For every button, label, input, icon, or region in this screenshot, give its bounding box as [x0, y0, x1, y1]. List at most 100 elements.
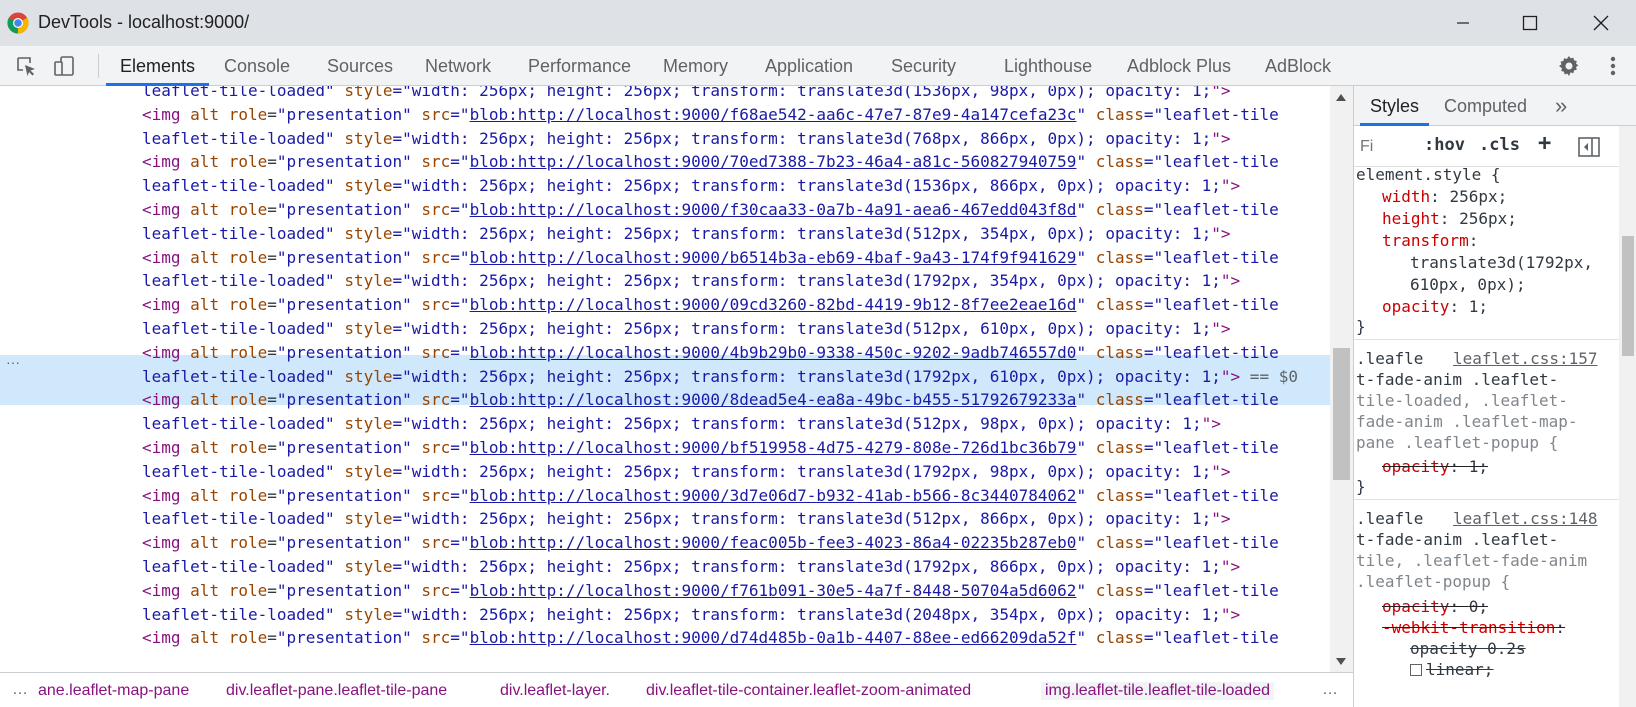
class-toggle[interactable]: .cls	[1479, 135, 1520, 155]
attribute-name[interactable]: style	[344, 224, 392, 243]
tab-console[interactable]: Console	[224, 46, 290, 86]
attribute-value[interactable]: leaflet-tile	[1163, 533, 1279, 552]
src-link[interactable]: blob:http://localhost:9000/f761b091-30e5…	[470, 581, 1077, 600]
attribute-name[interactable]: role	[229, 105, 268, 124]
attribute-value[interactable]: width: 256px; height: 256px; transform: …	[412, 129, 1212, 148]
style-property[interactable]: height: 256px;	[1382, 208, 1517, 230]
dom-node-line[interactable]: <img alt role="presentation" src="blob:h…	[142, 149, 1279, 174]
attribute-value[interactable]: width: 256px; height: 256px; transform: …	[412, 319, 1212, 338]
attribute-value[interactable]: leaflet-tile	[1163, 343, 1279, 362]
attribute-name[interactable]: role	[229, 438, 268, 457]
dom-node-continuation[interactable]: leaflet-tile-loaded" style="width: 256px…	[142, 268, 1240, 293]
attribute-value[interactable]: leaflet-tile	[1163, 438, 1279, 457]
dom-node-line[interactable]: <img alt role="presentation" src="blob:h…	[142, 435, 1279, 460]
attribute-value[interactable]: leaflet-tile	[1163, 390, 1279, 409]
dom-node-line[interactable]: <img alt role="presentation" src="blob:h…	[142, 625, 1279, 650]
attribute-name[interactable]: alt	[190, 486, 219, 505]
attribute-value[interactable]: leaflet-tile-loaded	[142, 176, 325, 195]
attribute-value[interactable]: leaflet-tile	[1163, 581, 1279, 600]
breadcrumb-overflow-right[interactable]: …	[1322, 681, 1338, 699]
attribute-name[interactable]: class	[1096, 628, 1144, 647]
attribute-name[interactable]: style	[344, 86, 392, 100]
src-link[interactable]: blob:http://localhost:9000/f30caa33-0a7b…	[470, 200, 1077, 219]
maximize-button[interactable]	[1497, 0, 1563, 46]
attribute-name[interactable]: class	[1096, 581, 1144, 600]
attribute-value[interactable]: leaflet-tile	[1163, 248, 1279, 267]
property-name[interactable]: height	[1382, 209, 1440, 228]
property-name[interactable]: opacity	[1382, 297, 1449, 316]
attribute-name[interactable]: src	[421, 152, 450, 171]
attribute-name[interactable]: alt	[190, 390, 219, 409]
attribute-value[interactable]: "presentation"	[277, 438, 412, 457]
dom-node-line[interactable]: <img alt role="presentation" src="blob:h…	[142, 578, 1279, 603]
element-style-rule[interactable]: element.style { width: 256px; height: 25…	[1354, 168, 1619, 340]
attribute-value[interactable]: leaflet-tile-loaded	[142, 319, 325, 338]
dom-node-line[interactable]: <img alt role="presentation" src="blob:h…	[142, 340, 1279, 365]
attribute-name[interactable]: class	[1096, 152, 1144, 171]
property-name[interactable]: opacity	[1382, 597, 1449, 616]
scroll-down-arrow-icon[interactable]	[1336, 658, 1346, 665]
attribute-name[interactable]: role	[229, 581, 268, 600]
new-style-rule-button[interactable]: +	[1538, 131, 1551, 156]
attribute-name[interactable]: alt	[190, 438, 219, 457]
property-value[interactable]: opacity 0.2s	[1410, 638, 1526, 660]
attribute-name[interactable]: style	[344, 462, 392, 481]
src-link[interactable]: blob:http://localhost:9000/d74d485b-0a1b…	[470, 628, 1077, 647]
property-name[interactable]: transform	[1382, 231, 1469, 250]
attribute-value[interactable]: leaflet-tile-loaded	[142, 509, 325, 528]
close-button[interactable]	[1568, 0, 1634, 46]
property-value[interactable]: 1;	[1469, 457, 1488, 476]
property-name[interactable]: opacity	[1382, 457, 1449, 476]
dom-node-line[interactable]: <img alt role="presentation" src="blob:h…	[142, 245, 1279, 270]
source-link[interactable]: leaflet.css:148	[1453, 508, 1598, 530]
elements-scrollbar[interactable]	[1330, 86, 1353, 672]
attribute-name[interactable]: style	[344, 367, 392, 386]
dom-node-continuation[interactable]: leaflet-tile-loaded" style="width: 256px…	[142, 126, 1231, 151]
property-value[interactable]: 610px, 0px);	[1410, 274, 1526, 296]
attribute-name[interactable]: role	[229, 390, 268, 409]
attribute-value[interactable]: width: 256px; height: 256px; transform: …	[412, 224, 1212, 243]
attribute-value[interactable]: width: 256px; height: 256px; transform: …	[412, 462, 1212, 481]
overridden-property[interactable]: opacity: 0;	[1382, 596, 1488, 618]
attribute-name[interactable]: style	[344, 509, 392, 528]
tab-memory[interactable]: Memory	[663, 46, 728, 86]
attribute-name[interactable]: style	[344, 129, 392, 148]
attribute-name[interactable]: src	[421, 105, 450, 124]
property-value[interactable]: 1;	[1469, 297, 1488, 316]
breadcrumb-item[interactable]: div.leaflet-tile-container.leaflet-zoom-…	[646, 682, 971, 700]
styles-filter-input[interactable]	[1360, 135, 1408, 159]
attribute-name[interactable]: class	[1096, 295, 1144, 314]
tab-styles[interactable]: Styles	[1360, 86, 1430, 126]
node-more-ellipsis[interactable]: ···	[6, 354, 20, 370]
css-rule[interactable]: .leafle leaflet.css:148 t-fade-anim .lea…	[1354, 502, 1619, 707]
attribute-value[interactable]: "presentation"	[277, 581, 412, 600]
attribute-name[interactable]: alt	[190, 533, 219, 552]
property-value[interactable]: linear;	[1426, 660, 1493, 679]
scroll-up-arrow-icon[interactable]	[1336, 94, 1346, 101]
attribute-value[interactable]: "presentation"	[277, 295, 412, 314]
overridden-property[interactable]: -webkit-transition:	[1382, 617, 1565, 639]
attribute-name[interactable]: class	[1096, 486, 1144, 505]
attribute-value[interactable]: leaflet-tile-loaded	[142, 224, 325, 243]
attribute-name[interactable]: style	[344, 414, 392, 433]
tab-computed[interactable]: Computed	[1444, 86, 1527, 126]
dom-node-continuation[interactable]: leaflet-tile-loaded" style="width: 256px…	[142, 459, 1231, 484]
attribute-value[interactable]: width: 256px; height: 256px; transform: …	[412, 176, 1221, 195]
breadcrumb-overflow-left[interactable]: …	[12, 681, 28, 699]
attribute-name[interactable]: alt	[190, 200, 219, 219]
tab-lighthouse[interactable]: Lighthouse	[1004, 46, 1092, 86]
dom-node-continuation[interactable]: leaflet-tile-loaded" style="width: 256px…	[142, 411, 1221, 436]
dom-node-continuation[interactable]: leaflet-tile-loaded" style="width: 256px…	[142, 86, 1231, 103]
attribute-name[interactable]: src	[421, 581, 450, 600]
tab-network[interactable]: Network	[425, 46, 491, 86]
dom-node-line[interactable]: <img alt role="presentation" src="blob:h…	[142, 197, 1279, 222]
attribute-name[interactable]: class	[1096, 390, 1144, 409]
attribute-value[interactable]: leaflet-tile	[1163, 486, 1279, 505]
attribute-name[interactable]: alt	[190, 152, 219, 171]
dom-node-line[interactable]: <img alt role="presentation" src="blob:h…	[142, 483, 1279, 508]
attribute-name[interactable]: alt	[190, 343, 219, 362]
attribute-name[interactable]: src	[421, 390, 450, 409]
attribute-name[interactable]: class	[1096, 438, 1144, 457]
attribute-name[interactable]: alt	[190, 581, 219, 600]
source-link[interactable]: leaflet.css:157	[1453, 348, 1598, 370]
